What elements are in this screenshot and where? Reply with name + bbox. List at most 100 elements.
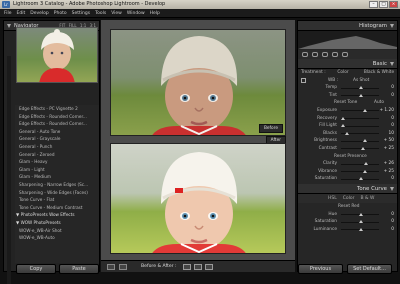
eyedropper-icon[interactable] bbox=[301, 77, 306, 83]
tone-extra[interactable]: Auto bbox=[374, 99, 384, 107]
maximize-button[interactable]: □ bbox=[379, 1, 388, 8]
red-eye-icon[interactable] bbox=[322, 52, 328, 57]
saturation-slider-knob[interactable] bbox=[359, 177, 363, 181]
tone-curve-header[interactable]: Tone Curve bbox=[298, 183, 397, 194]
hsl-reset-label[interactable]: Reset Red bbox=[338, 203, 360, 211]
graduated-filter-icon[interactable] bbox=[332, 52, 338, 57]
hue-slider[interactable] bbox=[341, 212, 379, 216]
brightness-value[interactable]: + 50 bbox=[384, 137, 394, 145]
collapse-triangle-icon[interactable] bbox=[390, 62, 394, 66]
clarity-slider-knob[interactable] bbox=[363, 162, 368, 166]
navigator-preview[interactable] bbox=[16, 27, 98, 83]
luminance-slider-knob[interactable] bbox=[359, 227, 363, 231]
preset-item[interactable]: General - Punch bbox=[15, 143, 99, 151]
preset-item[interactable]: Edge Effects - PC Vignette 2 bbox=[15, 105, 99, 113]
exposure-value[interactable]: + 1.20 bbox=[379, 107, 394, 115]
close-button[interactable]: × bbox=[389, 1, 398, 8]
contrast-value[interactable]: + 25 bbox=[384, 145, 394, 153]
before-photo[interactable]: Before bbox=[110, 29, 286, 136]
fill-light-value[interactable]: 0 bbox=[391, 122, 394, 130]
spot-removal-icon[interactable] bbox=[312, 52, 318, 57]
saturation-value[interactable]: 0 bbox=[391, 175, 394, 183]
menu-file[interactable]: File bbox=[4, 9, 12, 17]
adjustment-brush-icon[interactable] bbox=[342, 52, 348, 57]
contrast-slider[interactable] bbox=[341, 146, 379, 150]
tab-color[interactable]: Color bbox=[343, 194, 355, 203]
compare-view-icon[interactable] bbox=[119, 264, 127, 270]
preset-item[interactable]: General - Grayscale bbox=[15, 135, 99, 143]
loupe-view-icon[interactable] bbox=[107, 264, 115, 270]
menu-help[interactable]: Help bbox=[150, 9, 160, 17]
recovery-slider[interactable] bbox=[341, 116, 379, 120]
collapse-triangle-icon[interactable] bbox=[390, 24, 394, 28]
preset-item[interactable]: Edge Effects - Rounded Corner... bbox=[15, 120, 99, 128]
tint-value[interactable]: 0 bbox=[391, 92, 394, 100]
copy-button[interactable]: Copy bbox=[16, 264, 56, 274]
blacks-slider[interactable] bbox=[341, 131, 379, 135]
preset-item[interactable]: Glam - Light bbox=[15, 166, 99, 174]
exposure-slider[interactable] bbox=[341, 108, 379, 112]
collapse-triangle-icon[interactable] bbox=[390, 186, 394, 191]
preset-item[interactable]: Edge Effects - Rounded Corner... bbox=[15, 113, 99, 121]
fill-light-slider-knob[interactable] bbox=[341, 124, 345, 128]
basic-header[interactable]: Basic bbox=[298, 59, 397, 69]
swap-settings-icon[interactable] bbox=[183, 264, 191, 270]
preset-item[interactable]: WOW-e_WB-Auto bbox=[15, 234, 99, 242]
menu-develop[interactable]: Develop bbox=[30, 9, 49, 17]
wb-select[interactable]: As Shot bbox=[353, 77, 369, 85]
preset-item[interactable]: Tone Curve - Flat bbox=[15, 196, 99, 204]
menu-tools[interactable]: Tools bbox=[95, 9, 106, 17]
hsl-saturation-slider-knob[interactable] bbox=[359, 220, 363, 224]
preset-item[interactable]: General - Zeroed bbox=[15, 151, 99, 159]
menu-photo[interactable]: Photo bbox=[54, 9, 67, 17]
menu-window[interactable]: Window bbox=[127, 9, 145, 17]
hsl-saturation-value[interactable]: 0 bbox=[391, 218, 394, 226]
histogram-header[interactable]: Histogram bbox=[298, 21, 397, 31]
luminance-value[interactable]: 0 bbox=[391, 226, 394, 234]
menu-edit[interactable]: Edit bbox=[17, 9, 26, 17]
vibrance-slider-knob[interactable] bbox=[363, 169, 368, 173]
blacks-slider-knob[interactable] bbox=[344, 131, 349, 135]
temp-slider[interactable] bbox=[341, 86, 379, 90]
temp-slider-knob[interactable] bbox=[359, 86, 363, 90]
recovery-value[interactable]: 0 bbox=[391, 115, 394, 123]
copy-before-settings-icon[interactable] bbox=[194, 264, 202, 270]
temp-value[interactable]: 0 bbox=[391, 84, 394, 92]
collapse-triangle-icon[interactable] bbox=[7, 24, 11, 28]
menu-view[interactable]: View bbox=[111, 9, 122, 17]
copy-after-settings-icon[interactable] bbox=[205, 264, 213, 270]
preset-item[interactable]: Tone Curve - Medium Contrast bbox=[15, 204, 99, 212]
recovery-slider-knob[interactable] bbox=[341, 116, 345, 120]
paste-button[interactable]: Paste bbox=[59, 264, 99, 274]
preset-item[interactable]: WOW-e_WB-Air Shot bbox=[15, 227, 99, 235]
crop-tool-icon[interactable] bbox=[302, 52, 308, 57]
menu-settings[interactable]: Settings bbox=[72, 9, 90, 17]
tab-bw[interactable]: B & W bbox=[361, 194, 375, 203]
tone-label[interactable]: Reset Tone bbox=[334, 99, 357, 107]
preset-folder[interactable]: ▼ WOW PhotoPresets bbox=[15, 219, 99, 227]
after-photo[interactable] bbox=[110, 143, 286, 254]
luminance-slider[interactable] bbox=[341, 227, 379, 231]
treatment-bw[interactable]: Black & White bbox=[362, 69, 396, 76]
left-scrollbar[interactable] bbox=[7, 56, 11, 284]
preset-item[interactable]: Sharpening - Narrow Edges (Sc... bbox=[15, 181, 99, 189]
presets-list[interactable]: Edge Effects - PC Vignette 2 Edge Effects… bbox=[15, 105, 99, 263]
fill-light-slider[interactable] bbox=[341, 124, 379, 128]
preset-item[interactable]: Sharpening - Wide Edges (Faces) bbox=[15, 189, 99, 197]
brightness-slider[interactable] bbox=[341, 139, 379, 143]
vibrance-slider[interactable] bbox=[341, 169, 379, 173]
preset-folder[interactable]: ▼ PhotoPresets Wow Effects bbox=[15, 211, 99, 219]
hue-slider-knob[interactable] bbox=[359, 212, 363, 216]
set-default-button[interactable]: Set Default... bbox=[347, 264, 392, 274]
clarity-value[interactable]: + 26 bbox=[384, 160, 394, 168]
preset-item[interactable]: Glam - Medium bbox=[15, 173, 99, 181]
preset-item[interactable]: General - Auto Tone bbox=[15, 128, 99, 136]
clarity-slider[interactable] bbox=[341, 162, 379, 166]
brightness-slider-knob[interactable] bbox=[363, 139, 368, 143]
blacks-value[interactable]: 10 bbox=[389, 130, 394, 138]
hsl-saturation-slider[interactable] bbox=[341, 220, 379, 224]
contrast-slider-knob[interactable] bbox=[361, 146, 366, 150]
preset-item[interactable]: Glam - Heavy bbox=[15, 158, 99, 166]
tint-slider[interactable] bbox=[341, 93, 379, 97]
presence-label[interactable]: Reset Presence bbox=[334, 153, 367, 161]
